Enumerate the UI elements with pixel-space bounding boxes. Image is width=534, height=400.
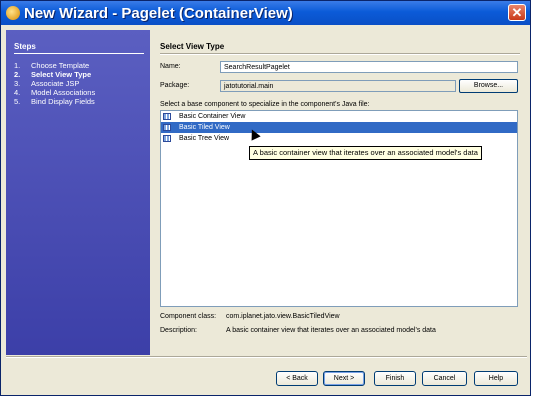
close-button[interactable]: ✕ (508, 4, 526, 21)
title-bar[interactable]: New Wizard - Pagelet (ContainerView) ✕ (1, 1, 530, 25)
tooltip: A basic container view that iterates ove… (249, 146, 482, 160)
component-instruction: Select a base component to specialize in… (160, 101, 370, 108)
view-icon (163, 113, 171, 120)
description-label: Description: (160, 327, 197, 334)
view-icon (163, 135, 171, 142)
list-item-label: Basic Container View (179, 113, 246, 120)
section-title: Select View Type (160, 42, 225, 51)
browse-button[interactable]: Browse... (459, 79, 518, 93)
component-class-value: com.iplanet.jato.view.BasicTiledView (226, 313, 340, 320)
footer-divider (6, 356, 527, 358)
step-number: 3. (14, 79, 21, 88)
list-item[interactable]: Basic Tree View (161, 133, 517, 144)
component-list[interactable]: Basic Container View Basic Tiled View Ba… (160, 110, 518, 307)
step-number: 5. (14, 97, 21, 106)
component-class-label: Component class: (160, 313, 217, 320)
step-label: Associate JSP (31, 79, 80, 88)
steps-divider (14, 53, 144, 54)
step-item: 5. Bind Display Fields (14, 97, 95, 106)
section-divider (160, 53, 520, 55)
step-label: Select View Type (31, 70, 92, 79)
next-button[interactable]: Next > (323, 371, 365, 386)
list-item-selected[interactable]: Basic Tiled View (161, 122, 517, 133)
cancel-button[interactable]: Cancel (422, 371, 467, 386)
step-label: Bind Display Fields (31, 97, 95, 106)
app-icon (6, 6, 20, 20)
step-number: 2. (14, 70, 21, 79)
list-item-label: Basic Tiled View (179, 124, 230, 131)
step-number: 1. (14, 61, 21, 70)
view-icon (163, 124, 171, 131)
window-title: New Wizard - Pagelet (ContainerView) (24, 4, 293, 22)
wizard-window: New Wizard - Pagelet (ContainerView) ✕ S… (0, 0, 531, 396)
main-pane: Select View Type Name: SearchResultPagel… (150, 30, 528, 355)
step-item: 4. Model Associations (14, 88, 95, 97)
list-item[interactable]: Basic Container View (161, 111, 517, 122)
description-value: A basic container view that iterates ove… (226, 327, 436, 334)
step-item: 3. Associate JSP (14, 79, 95, 88)
steps-list: 1. Choose Template 2. Select View Type 3. A… (14, 61, 95, 106)
steps-pane: Steps 1. Choose Template 2. Select View Ty… (6, 30, 150, 355)
step-item-current: 2. Select View Type (14, 70, 95, 79)
package-label: Package: (160, 82, 190, 89)
list-item-label: Basic Tree View (179, 135, 230, 142)
step-label: Model Associations (31, 88, 96, 97)
back-button[interactable]: < Back (276, 371, 318, 386)
step-label: Choose Template (31, 61, 90, 70)
help-button[interactable]: Help (474, 371, 518, 386)
name-label: Name: (160, 63, 181, 70)
finish-button[interactable]: Finish (374, 371, 416, 386)
step-item: 1. Choose Template (14, 61, 95, 70)
name-field[interactable]: SearchResultPagelet (220, 61, 518, 73)
steps-title: Steps (14, 42, 36, 51)
step-number: 4. (14, 88, 21, 97)
package-field[interactable]: jatotutorial.main (220, 80, 456, 92)
